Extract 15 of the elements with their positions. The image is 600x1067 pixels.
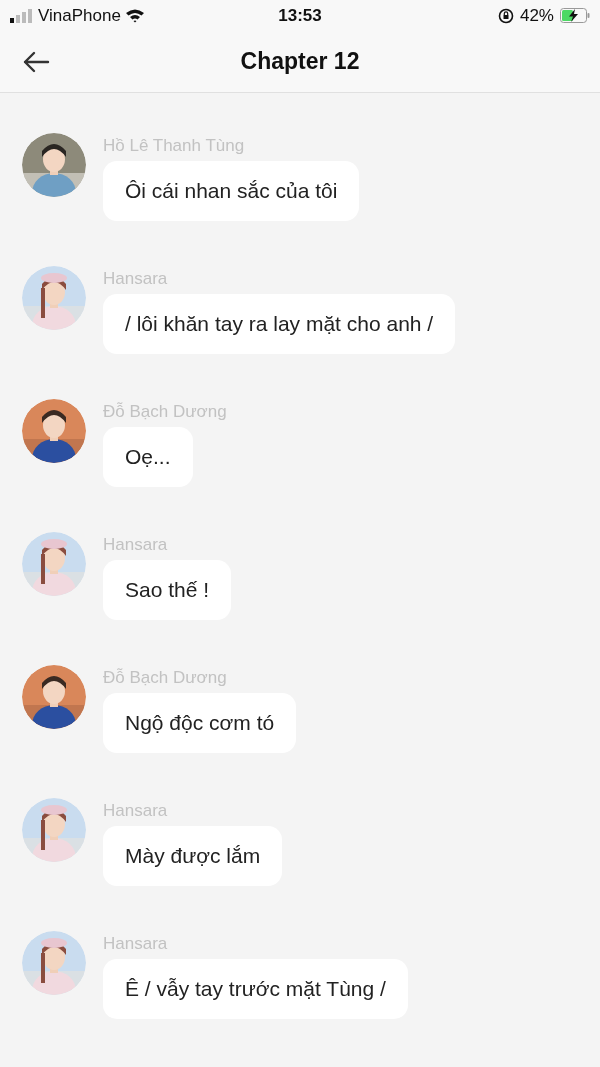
rotation-lock-icon <box>497 7 514 24</box>
message-bubble: Mày được lắm <box>103 826 283 886</box>
signal-icon <box>10 8 34 23</box>
wifi-icon <box>124 8 145 23</box>
message-bubble: / lôi khăn tay ra lay mặt cho anh / <box>103 294 456 354</box>
battery-charging-icon <box>560 8 590 23</box>
carrier-name: VinaPhone <box>38 4 121 27</box>
message-bubble: Sao thế ! <box>103 560 232 620</box>
page-title: Chapter 12 <box>240 47 360 77</box>
clock-time: 13:53 <box>278 4 322 27</box>
battery-percent: 42% <box>519 4 554 27</box>
message-bubble: Ngộ độc cơm tó <box>103 693 297 753</box>
message-bubble: Ôi cái nhan sắc của tôi <box>103 161 360 221</box>
message-bubble: Ê / vẫy tay trước mặt Tùng / <box>103 959 408 1019</box>
message-bubble: Oẹ... <box>103 427 193 487</box>
